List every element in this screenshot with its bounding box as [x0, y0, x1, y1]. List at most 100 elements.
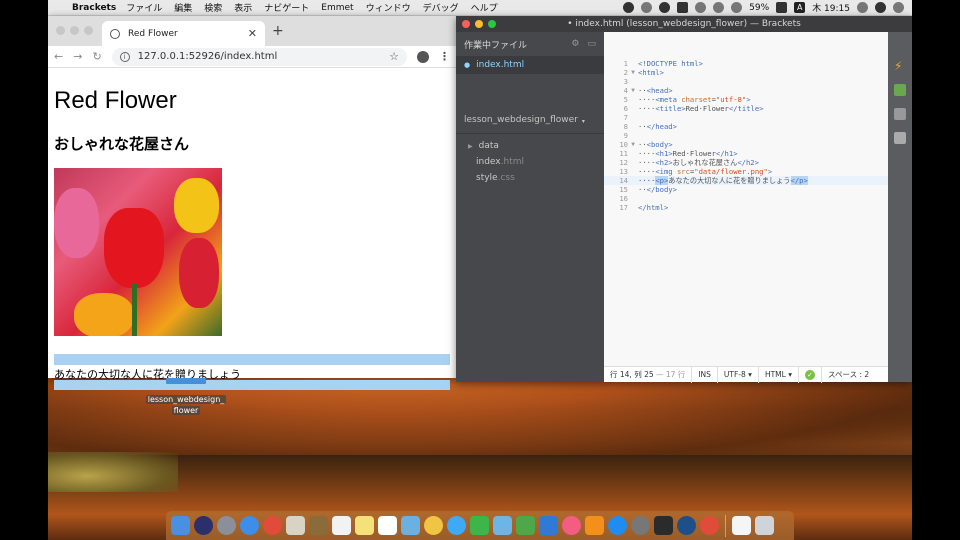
brackets-close-button[interactable]	[462, 20, 470, 28]
code-line: 17 </html>	[604, 203, 888, 212]
menu-help[interactable]: ヘルプ	[471, 1, 498, 14]
safari-icon[interactable]	[240, 516, 259, 535]
insert-mode-toggle[interactable]: INS	[692, 366, 718, 383]
numbers-icon[interactable]	[516, 516, 535, 535]
brackets-minimize-button[interactable]	[475, 20, 483, 28]
more-menu-icon[interactable]: ⋮	[439, 50, 450, 63]
menu-edit[interactable]: 編集	[174, 1, 192, 14]
menubar-clock[interactable]: 木 19:15	[812, 1, 850, 14]
wifi-icon[interactable]	[713, 2, 725, 13]
gear-icon[interactable]: ⚙	[571, 39, 579, 49]
chrome-app-dock-icon[interactable]	[700, 516, 719, 535]
calendar-icon[interactable]	[332, 516, 351, 535]
desktop-folder-label[interactable]: lesson_webdesign_ flower	[144, 394, 228, 416]
messages-icon[interactable]	[447, 516, 466, 535]
maps-icon[interactable]	[401, 516, 420, 535]
trash-icon[interactable]	[755, 516, 774, 535]
reminders-icon[interactable]	[378, 516, 397, 535]
split-view-icon[interactable]: ▭	[587, 39, 596, 49]
document-icon[interactable]	[732, 516, 751, 535]
books-icon[interactable]	[585, 516, 604, 535]
folder-label-line2: flower	[171, 406, 201, 415]
quicktime-icon[interactable]	[677, 516, 696, 535]
volume-icon[interactable]	[731, 2, 743, 13]
folder-icon[interactable]	[166, 378, 206, 384]
brackets-dock-icon[interactable]	[654, 516, 673, 535]
battery-icon[interactable]	[776, 2, 788, 13]
finder-icon[interactable]	[171, 516, 190, 535]
chrome-dock-icon[interactable]	[263, 516, 282, 535]
siri-icon[interactable]	[875, 2, 886, 13]
code-editor[interactable]: 1 <!DOCTYPE html> 2 ▼ <html> 3 4 ▼ ··<head> 5…	[604, 32, 888, 366]
modified-dot-icon: ●	[464, 61, 471, 69]
back-icon[interactable]: ←	[54, 50, 63, 63]
fold-icon[interactable]: ▼	[628, 87, 638, 94]
extension-manager-icon[interactable]	[894, 84, 906, 96]
code-line: 16	[604, 194, 888, 203]
new-tab-button[interactable]: +	[272, 23, 284, 39]
line-number: 9	[623, 131, 628, 140]
window-close-button[interactable]	[56, 26, 65, 35]
code-line: 9	[604, 131, 888, 140]
address-bar[interactable]: i 127.0.0.1:52926/index.html ☆	[111, 47, 407, 66]
status-icon-2[interactable]	[641, 2, 653, 13]
menu-file[interactable]: ファイル	[126, 1, 162, 14]
live-preview-icon[interactable]: ⚡	[894, 60, 906, 72]
brackets-sidebar: 作業中ファイル ⚙ ▭ ● index.html lesson_webdesig…	[456, 32, 604, 382]
tab-close-icon[interactable]: ✕	[248, 27, 257, 40]
menu-window[interactable]: ウィンドウ	[366, 1, 411, 14]
brackets-zoom-button[interactable]	[488, 20, 496, 28]
mail-icon[interactable]	[286, 516, 305, 535]
facetime-icon[interactable]	[470, 516, 489, 535]
tree-file-style[interactable]: style .css	[456, 170, 604, 186]
language-select[interactable]: HTML ▾	[759, 366, 799, 383]
tools-icon[interactable]	[894, 108, 906, 120]
code-line: 8 ··</head>	[604, 122, 888, 131]
app-store-icon[interactable]	[608, 516, 627, 535]
music-icon[interactable]	[562, 516, 581, 535]
spotlight-icon[interactable]	[857, 2, 868, 13]
keynote-icon[interactable]	[539, 516, 558, 535]
contacts-icon[interactable]	[309, 516, 328, 535]
working-file-item[interactable]: ● index.html	[456, 56, 604, 74]
tree-folder-data[interactable]: ▶ data	[456, 138, 604, 154]
input-source-indicator[interactable]: A	[794, 2, 806, 13]
working-file-name: index.html	[476, 60, 525, 70]
menu-view[interactable]: 表示	[234, 1, 252, 14]
browser-tab[interactable]: Red Flower ✕	[102, 21, 265, 46]
fold-icon[interactable]: ▼	[628, 69, 638, 76]
menu-emmet[interactable]: Emmet	[321, 3, 353, 13]
status-icon-3[interactable]	[659, 2, 671, 13]
fold-icon[interactable]: ▼	[628, 141, 638, 148]
reload-icon[interactable]: ↻	[92, 50, 101, 63]
preview-icon[interactable]	[493, 516, 512, 535]
menu-navigate[interactable]: ナビゲート	[264, 1, 309, 14]
encoding-select[interactable]: UTF-8 ▾	[718, 366, 759, 383]
bookmark-star-icon[interactable]: ☆	[389, 50, 399, 63]
launchpad-icon[interactable]	[217, 516, 236, 535]
layers-icon[interactable]	[894, 132, 906, 144]
window-zoom-button[interactable]	[84, 26, 93, 35]
window-minimize-button[interactable]	[70, 26, 79, 35]
lint-ok-icon[interactable]: ✓	[804, 369, 815, 380]
info-icon[interactable]: i	[119, 51, 130, 62]
bluetooth-icon[interactable]	[695, 2, 707, 13]
photos-icon[interactable]	[424, 516, 443, 535]
line-number: 1	[623, 59, 628, 68]
menu-bar: Brackets ファイル 編集 検索 表示 ナビゲート Emmet ウィンドウ…	[48, 0, 912, 16]
status-icon-4[interactable]	[677, 2, 689, 13]
menu-find[interactable]: 検索	[204, 1, 222, 14]
forward-icon[interactable]: →	[73, 50, 82, 63]
siri-dock-icon[interactable]	[194, 516, 213, 535]
account-icon[interactable]	[417, 50, 429, 63]
status-icon-1[interactable]	[623, 2, 635, 13]
menu-debug[interactable]: デバッグ	[423, 1, 459, 14]
project-dropdown[interactable]: lesson_webdesign_flower ▾	[456, 74, 604, 134]
notes-icon[interactable]	[355, 516, 374, 535]
system-preferences-icon[interactable]	[631, 516, 650, 535]
battery-percent[interactable]: 59%	[749, 3, 769, 13]
tree-file-index[interactable]: index .html	[456, 154, 604, 170]
app-menu[interactable]: Brackets	[72, 3, 116, 13]
notification-center-icon[interactable]	[893, 2, 904, 13]
indent-setting[interactable]: スペース : 2	[820, 366, 875, 383]
